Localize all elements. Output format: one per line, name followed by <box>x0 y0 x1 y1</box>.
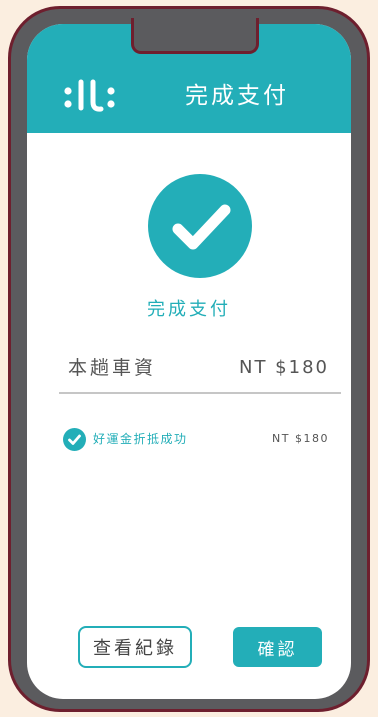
discount-amount: NT $180 <box>272 432 329 445</box>
success-message: 完成支付 <box>147 299 231 320</box>
confirm-button[interactable]: 確認 <box>233 627 322 667</box>
phone-screen: 完成支付 完成支付 本趟車資 NT $180 好運金折抵成功 NT $180 查… <box>27 24 351 699</box>
discount-label: 好運金折抵成功 <box>93 432 188 446</box>
check-circle-small-icon <box>63 428 86 451</box>
view-history-button[interactable]: 查看紀錄 <box>78 626 192 668</box>
phone-notch <box>131 18 259 54</box>
check-circle-icon <box>148 174 252 278</box>
fare-amount: NT $180 <box>239 357 329 378</box>
brand-logo-icon <box>64 79 115 112</box>
page-title: 完成支付 <box>185 83 289 109</box>
divider <box>59 392 341 394</box>
fare-label: 本趟車資 <box>68 357 157 379</box>
